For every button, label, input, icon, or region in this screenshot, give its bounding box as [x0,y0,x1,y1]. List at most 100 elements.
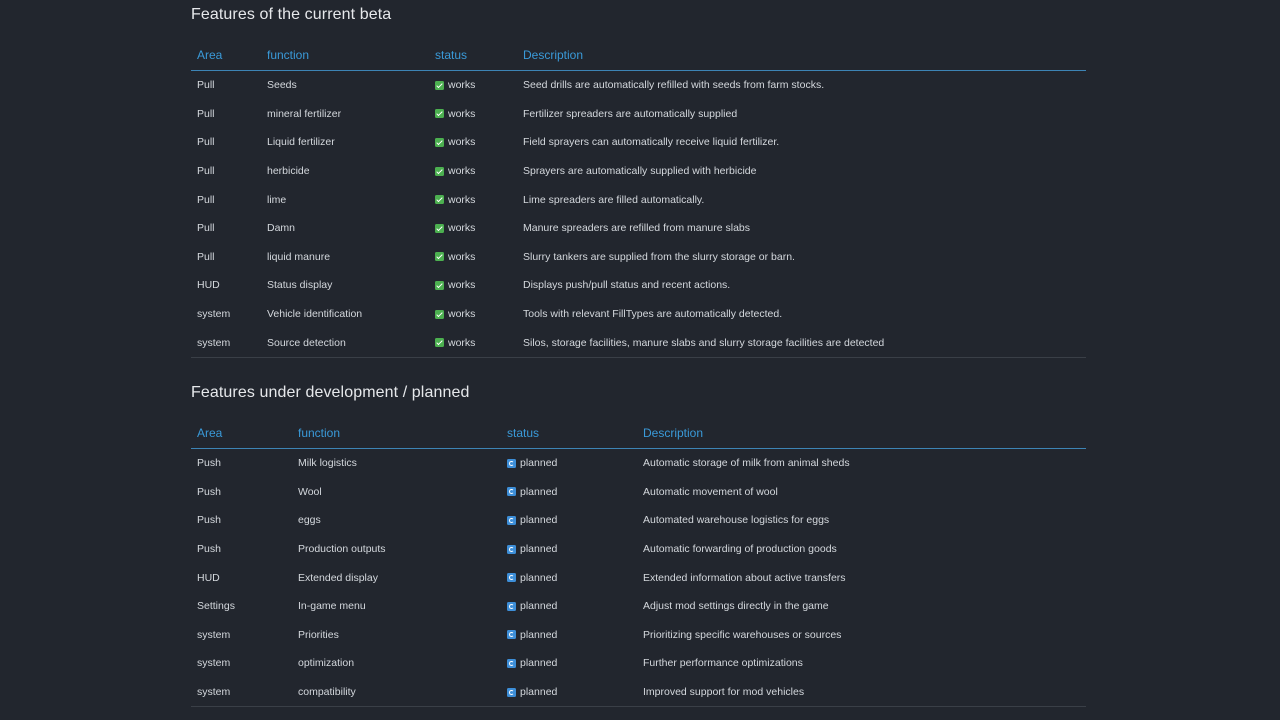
cell-area: Settings [197,600,235,613]
cell-description: Further performance optimizations [643,657,803,670]
status-label: planned [520,600,558,613]
column-header-area: Area [191,418,292,449]
beta-table: Area function status Description Pull See… [191,40,1086,358]
planned-icon [507,573,516,583]
cell-area: system [191,328,261,358]
status-label: works [448,136,476,149]
cell-description: Adjust mod settings directly in the game [643,600,829,613]
status-label: planned [520,628,558,641]
cell-description: Automatic storage of milk from animal sh… [643,457,850,470]
table-row: Pull liquid manure works Slurry tankers are… [191,243,1086,272]
cell-description: Displays push/pull status and recent act… [523,279,731,292]
cell-status: works [429,71,517,100]
cell-function: Wool [298,485,322,498]
page: Features of the current beta Area functi… [0,0,1280,720]
status-label: works [448,79,476,92]
check-icon [435,137,444,147]
cell-status: planned [501,621,637,650]
table-row: HUD Status display works Displays push/pull… [191,271,1086,300]
table-row: Pull mineral fertilizer works Fertilizer sp… [191,100,1086,129]
table-row: system optimization planned Further perform… [191,649,1086,678]
cell-status: works [429,214,517,243]
cell-function: Liquid fertilizer [267,136,335,149]
cell-function: lime [267,193,287,206]
cell-description: Extended information about active transf… [643,571,846,584]
column-header-description: Description [517,40,1086,71]
table-row: HUD Extended display planned Extended infor… [191,563,1086,592]
cell-status: planned [501,563,637,592]
check-icon [435,166,444,176]
column-header-function: function [292,418,501,449]
check-icon [435,280,444,290]
cell-status: planned [501,506,637,535]
status-label: works [448,193,476,206]
table-row: system Source detection works Silos, storag… [191,328,1086,358]
cell-description: Improved support for mod vehicles [637,677,1086,708]
status-label: planned [520,686,558,699]
cell-function: Production outputs [298,543,386,556]
status-label: works [448,222,476,235]
cell-function: herbicide [267,165,310,178]
status-label: works [448,308,476,321]
cell-status: planned [501,677,637,708]
cell-status: works [429,300,517,329]
planned-icon [507,658,516,668]
table-row: system compatibility planned Improved suppo… [191,677,1086,708]
beta-table-body: Pull Seeds works Seed drills are automatica… [191,71,1086,358]
cell-area: Pull [197,79,215,92]
table-row: system Vehicle identification works Tools w… [191,300,1086,329]
table-row: Push Production outputs planned Automatic f… [191,535,1086,564]
planned-icon [507,487,516,497]
cell-status: works [429,100,517,129]
planned-section-title: Features under development / planned [191,384,470,401]
cell-area: Pull [197,136,215,149]
status-label: works [448,336,476,349]
cell-description: Fertilizer spreaders are automatically s… [523,107,738,120]
beta-section-title: Features of the current beta [191,6,392,23]
cell-area: Push [197,543,221,556]
table-row: Pull herbicide works Sprayers are automatic… [191,157,1086,186]
cell-status: planned [501,649,637,678]
cell-function: Vehicle identification [267,308,363,321]
check-icon [435,195,444,205]
cell-area: Pull [197,165,215,178]
cell-area: HUD [197,571,220,584]
column-header-function: function [261,40,429,71]
column-header-status: status [501,418,637,449]
cell-function: In-game menu [298,600,366,613]
cell-area: Pull [197,193,215,206]
status-label: planned [520,485,558,498]
planned-icon [507,630,516,640]
cell-area: Pull [197,222,215,235]
check-icon [435,252,444,262]
cell-status: works [429,128,517,157]
planned-icon [507,687,516,697]
table-row: Push eggs planned Automated warehouse logis… [191,506,1086,535]
status-label: works [448,107,476,120]
status-label: planned [520,543,558,556]
cell-area: system [197,657,231,670]
cell-function: mineral fertilizer [267,107,342,120]
table-row: Pull Seeds works Seed drills are automatica… [191,71,1086,100]
cell-function: Damn [267,222,296,235]
cell-function: optimization [298,657,355,670]
cell-description: Lime spreaders are filled automatically. [523,193,705,206]
cell-description: Manure spreaders are refilled from manur… [523,222,751,235]
beta-section: Features of the current beta Area functi… [191,3,1086,358]
column-header-description: Description [637,418,1086,449]
cell-status: planned [501,592,637,621]
cell-status: works [429,157,517,186]
check-icon [435,309,444,319]
table-row: Settings In-game menu planned Adjust mod se… [191,592,1086,621]
planned-icon [507,458,516,468]
cell-status: works [429,243,517,272]
cell-function: liquid manure [267,250,331,263]
cell-description: Seed drills are automatically refilled w… [523,79,825,92]
column-header-status: status [429,40,517,71]
cell-description: Field sprayers can automatically receive… [523,136,780,149]
cell-status: planned [501,478,637,507]
cell-area: Pull [197,107,215,120]
cell-description: Tools with relevant FillTypes are automa… [523,308,783,321]
cell-status: works [429,185,517,214]
check-icon [435,109,444,119]
